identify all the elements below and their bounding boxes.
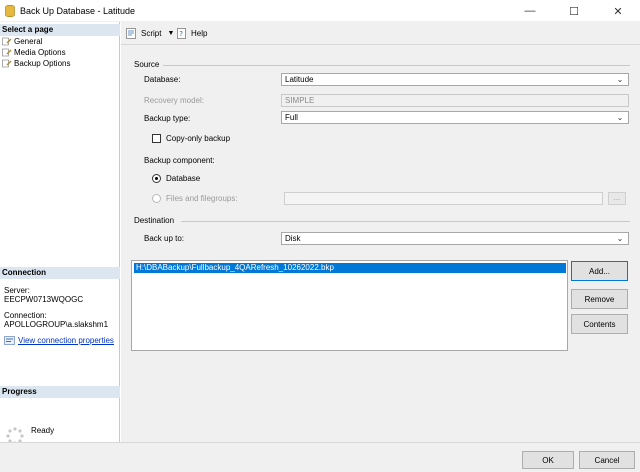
database-value: Latitude — [285, 75, 314, 84]
server-label: Server: — [4, 286, 30, 295]
backup-type-value: Full — [285, 113, 298, 122]
chevron-down-icon: ⌄ — [616, 75, 624, 84]
page-item-label: Media Options — [14, 48, 66, 57]
component-files-radio[interactable] — [152, 194, 161, 203]
cancel-button[interactable]: Cancel — [579, 451, 635, 469]
component-database-label: Database — [166, 174, 201, 183]
select-page-header: Select a page — [0, 24, 120, 36]
database-select[interactable]: Latitude ⌄ — [281, 73, 629, 86]
files-browse-button[interactable]: ... — [608, 192, 626, 205]
destination-group-label: Destination — [134, 216, 175, 225]
dialog-footer: OK Cancel — [0, 442, 640, 472]
page-wrench-icon — [2, 59, 12, 68]
remove-button[interactable]: Remove — [571, 289, 628, 309]
progress-header: Progress — [0, 386, 120, 398]
toolbar-divider — [121, 44, 640, 45]
page-item-label: Backup Options — [14, 59, 71, 68]
script-icon — [126, 28, 136, 39]
properties-icon — [4, 336, 15, 345]
server-value: EECPW0713WQOGC — [4, 295, 84, 304]
connection-value: APOLLOGROUP\a.slakshm1 — [4, 320, 109, 329]
back-up-to-value: Disk — [285, 234, 301, 243]
chevron-down-icon: ⌄ — [616, 234, 624, 243]
help-icon: ? — [177, 28, 186, 39]
database-label: Database: — [144, 75, 181, 84]
help-label: Help — [191, 29, 208, 38]
list-item[interactable]: H:\DBABackup\Fullbackup_4QARefresh_10262… — [134, 263, 566, 273]
progress-status: Ready — [31, 426, 55, 435]
add-button[interactable]: Add... — [571, 261, 628, 281]
view-connection-properties-label: View connection properties — [18, 336, 114, 345]
recovery-model-value: SIMPLE — [285, 96, 315, 105]
title-bar: Back Up Database - Latitude — ☐ ✕ — [0, 0, 640, 22]
minimize-button[interactable]: — — [508, 0, 552, 22]
destination-divider — [181, 221, 630, 222]
connection-header: Connection — [0, 267, 120, 279]
connection-label: Connection: — [4, 311, 47, 320]
backup-type-label: Backup type: — [144, 114, 191, 123]
recovery-model-field: SIMPLE — [281, 94, 629, 107]
copy-only-label: Copy-only backup — [166, 134, 231, 143]
page-item-label: General — [14, 37, 43, 46]
component-database-radio[interactable] — [152, 174, 161, 183]
close-button[interactable]: ✕ — [596, 0, 640, 22]
page-item-backup-options[interactable]: Backup Options — [2, 58, 70, 69]
main-panel: Script ▼ ? Help Source Database: Latitud… — [121, 22, 640, 442]
component-files-label: Files and filegroups: — [166, 194, 238, 203]
backup-component-label: Backup component: — [144, 156, 215, 165]
database-icon — [5, 5, 15, 17]
page-item-general[interactable]: General — [2, 36, 42, 47]
svg-text:?: ? — [179, 30, 183, 38]
back-up-to-label: Back up to: — [144, 234, 185, 243]
ok-button[interactable]: OK — [522, 451, 574, 469]
files-filegroups-field[interactable] — [284, 192, 603, 205]
backup-destination-list[interactable]: H:\DBABackup\Fullbackup_4QARefresh_10262… — [131, 260, 568, 351]
window-title: Back Up Database - Latitude — [20, 6, 136, 16]
back-up-to-select[interactable]: Disk ⌄ — [281, 232, 629, 245]
maximize-button[interactable]: ☐ — [552, 0, 596, 22]
help-button[interactable]: ? Help — [177, 28, 207, 39]
chevron-down-icon: ⌄ — [616, 113, 624, 122]
contents-button[interactable]: Contents — [571, 314, 628, 334]
page-item-media-options[interactable]: Media Options — [2, 47, 66, 58]
script-label: Script — [141, 29, 162, 38]
sidebar: Select a page General Media Options Back… — [0, 22, 120, 445]
view-connection-properties-link[interactable]: View connection properties — [4, 336, 114, 345]
recovery-model-label: Recovery model: — [144, 96, 205, 105]
backup-type-select[interactable]: Full ⌄ — [281, 111, 629, 124]
chevron-down-icon[interactable]: ▼ — [167, 30, 174, 37]
script-button[interactable]: Script ▼ — [126, 28, 174, 39]
source-group-label: Source — [134, 60, 160, 69]
page-wrench-icon — [2, 37, 12, 46]
copy-only-checkbox[interactable] — [152, 134, 161, 143]
source-divider — [163, 65, 630, 66]
page-wrench-icon — [2, 48, 12, 57]
